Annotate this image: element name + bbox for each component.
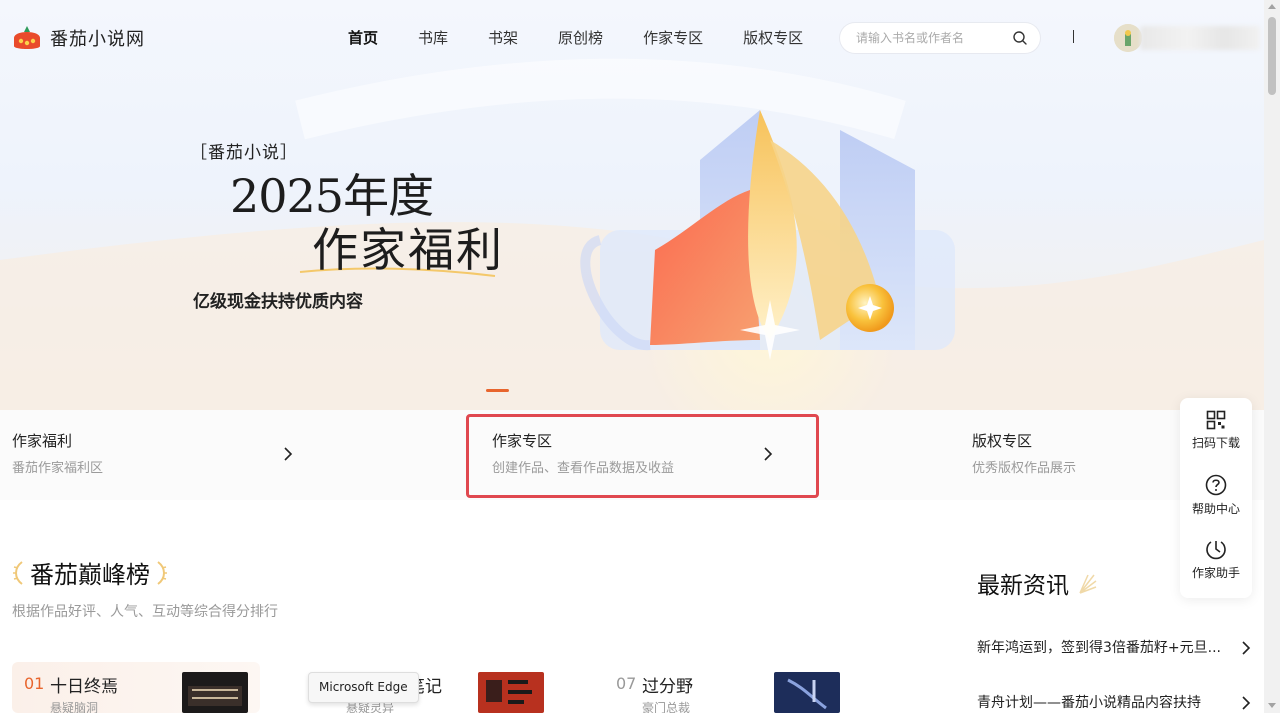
chevron-right-icon [1242,641,1251,655]
qr-code-icon [1206,410,1226,430]
assistant-icon [1206,541,1226,560]
float-label: 作家助手 [1191,566,1240,580]
sparkle-icon [1079,574,1097,594]
rank-number: 01 [24,674,45,693]
writer-assistant-button[interactable]: 作家助手 [1180,538,1252,598]
news-item-text[interactable]: 新年鸿运到，签到得3倍番茄籽+元旦... [977,636,1221,660]
username-redacted[interactable] [1140,26,1260,50]
nav-original-ranking[interactable]: 原创榜 [558,28,603,48]
chevron-right-icon [764,447,773,461]
book-title[interactable]: 过分野 [642,672,693,697]
float-label: 扫码下载 [1191,436,1240,450]
main-nav: 首页 书库 书架 原创榜 作家专区 版权专区 [348,28,843,48]
page-scrollbar[interactable] [1264,0,1280,713]
book-cover[interactable] [478,672,544,713]
laurel-right-icon [157,560,167,585]
user-avatar[interactable] [1114,24,1142,52]
scroll-thumb[interactable] [1268,17,1276,95]
search-input[interactable] [856,31,1006,45]
nav-bookshelf[interactable]: 书架 [488,28,518,48]
feature-desc: 番茄作家福利区 [12,461,104,476]
news-item-text[interactable]: 青舟计划——番茄小说精品内容扶持 [977,691,1221,713]
cover-image [774,672,840,713]
feature-title: 作家专区 [492,432,553,450]
chevron-right-icon [1242,696,1251,710]
feature-card-writer-zone[interactable]: 作家专区 创建作品、查看作品数据及收益 [480,410,780,500]
logo-text: 番茄小说网 [50,29,145,50]
nav-library[interactable]: 书库 [418,28,448,48]
help-icon [1205,474,1227,496]
news-item[interactable]: 新年鸿运到，签到得3倍番茄籽+元旦... [977,636,1253,660]
browser-tooltip: Microsoft Edge [308,672,419,703]
scan-download-button[interactable]: 扫码下载 [1180,410,1252,470]
chevron-right-icon [284,447,293,461]
feature-card-writer-welfare[interactable]: 作家福利 番茄作家福利区 [0,410,300,500]
header-divider [1073,30,1074,43]
top-header: 番茄小说网 首页 书库 书架 原创榜 作家专区 版权专区 [0,0,1264,78]
ranking-item[interactable]: 07 过分野 豪门总裁 [604,662,854,713]
feature-cards: 作家福利 番茄作家福利区 作家专区 创建作品、查看作品数据及收益 版权专区 优秀… [0,410,1264,500]
floating-toolbar: 扫码下载 帮助中心 作家助手 [1180,398,1252,598]
site-logo[interactable]: 番茄小说网 [12,24,145,52]
book-title[interactable]: 十日终焉 [50,672,118,697]
help-center-button[interactable]: 帮助中心 [1180,474,1252,534]
ranking-item[interactable]: 01 十日终焉 悬疑脑洞 [12,662,260,713]
ranking-title: 番茄巅峰榜 [30,561,150,589]
news-item[interactable]: 青舟计划——番茄小说精品内容扶持 [977,691,1253,713]
avatar-image [1114,24,1142,52]
rank-number: 07 [616,674,637,693]
ranking-header: 番茄巅峰榜 [12,555,168,590]
cover-image [478,672,544,713]
news-title-text: 最新资讯 [977,573,1069,599]
search-box [840,23,1040,53]
tomato-logo-icon [14,26,40,49]
scroll-up-arrow-icon[interactable] [1268,4,1276,9]
float-label: 帮助中心 [1191,502,1240,516]
nav-home[interactable]: 首页 [348,28,378,48]
scroll-down-arrow-icon[interactable] [1268,703,1276,708]
cover-image [182,672,248,713]
book-cover[interactable] [774,672,840,713]
search-icon[interactable] [1012,30,1028,46]
book-genre: 豪门总裁 [642,701,691,713]
feature-desc: 优秀版权作品展示 [972,461,1077,476]
carousel-indicator[interactable] [486,389,509,392]
feature-desc: 创建作品、查看作品数据及收益 [492,461,675,476]
banner-welfare-line: 作家福利 [312,223,504,277]
news-title: 最新资讯 [977,566,1098,600]
book-genre: 悬疑脑洞 [50,701,99,713]
book-cover[interactable] [182,672,248,713]
nav-writer-zone[interactable]: 作家专区 [643,28,703,48]
laurel-left-icon [13,560,23,585]
nav-copyright-zone[interactable]: 版权专区 [743,28,803,48]
banner-subtitle: 亿级现金扶持优质内容 [193,292,363,312]
feature-title: 作家福利 [12,432,73,450]
feature-title: 版权专区 [972,432,1033,450]
ranking-subtitle: 根据作品好评、人气、互动等综合得分排行 [12,604,278,620]
